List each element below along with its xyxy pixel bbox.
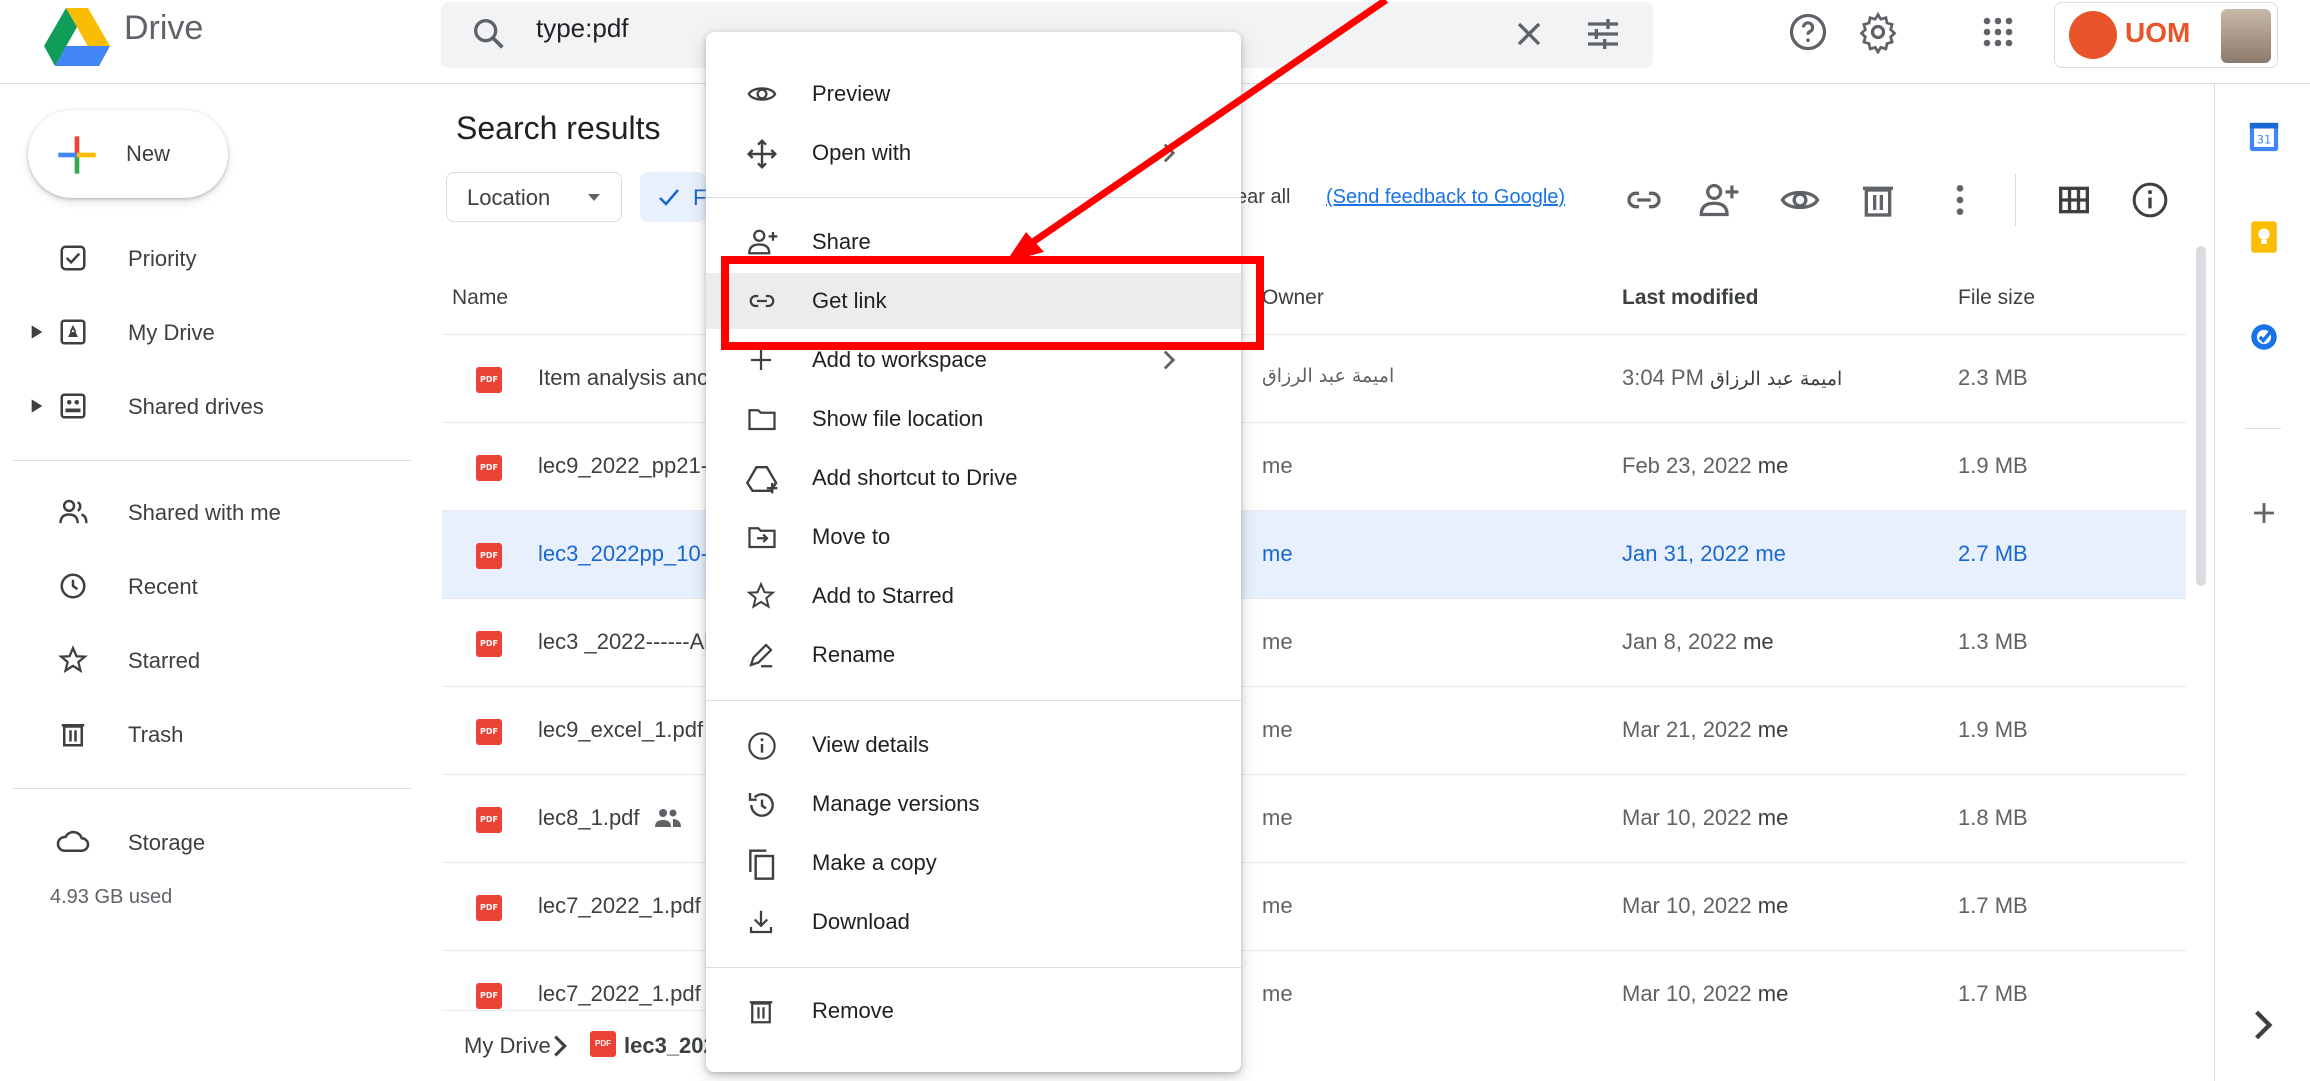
arrow-annotation-icon	[1006, 0, 1388, 262]
